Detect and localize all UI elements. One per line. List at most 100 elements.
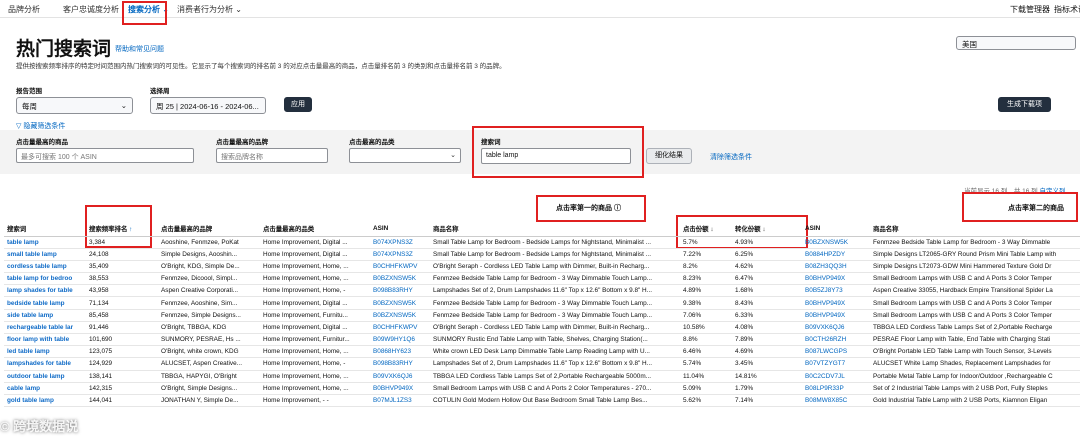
keyword-cell[interactable]: table lamp for bedroo (4, 272, 86, 286)
apply-button[interactable]: 应用 (284, 97, 312, 112)
sort-icon[interactable]: ↓ (762, 226, 765, 233)
brand-cell: O'Bright, white crown, KDG (158, 345, 260, 359)
marketplace-select[interactable]: 美国 (956, 36, 1076, 50)
asin-cell[interactable]: B0BZXNSW5K (370, 296, 430, 310)
select-week-select[interactable]: 周 25 | 2024-06-16 - 2024-06... (150, 97, 266, 114)
nav-brand-analytics[interactable]: 品牌分析 (8, 4, 40, 15)
col-product-2[interactable]: 商品名称 (870, 222, 1080, 237)
asin-filter-input[interactable]: 最多可搜索 100 个 ASIN (16, 148, 194, 163)
asin-cell[interactable]: B0BZXNSW5K (370, 272, 430, 286)
conversion-share-cell: 1.68% (732, 284, 802, 298)
sort-icon[interactable]: ↓ (710, 226, 713, 233)
brand-filter-input[interactable]: 搜索品牌名称 (216, 148, 328, 163)
page-title: 热门搜索词 (16, 39, 112, 60)
asin-2-cell[interactable]: B0BZXNSW5K (802, 236, 870, 249)
generate-download-button[interactable]: 生成下载项 (998, 97, 1051, 112)
keyword-cell[interactable]: side table lamp (4, 309, 86, 322)
keyword-cell[interactable]: floor lamp with table (4, 333, 86, 347)
col-asin-2[interactable]: ASIN (802, 222, 870, 237)
asin-2-cell[interactable]: B08MW8X85C (802, 394, 870, 408)
asin-cell[interactable]: B07MJL1ZS3 (370, 394, 430, 408)
asin-2-cell[interactable]: B0BHVP949X (802, 272, 870, 286)
asin-2-cell[interactable]: B0C2CDV7JL (802, 370, 870, 383)
keyword-cell[interactable]: outdoor table lamp (4, 370, 86, 383)
category-cell: Home Improvement, Home, - (260, 357, 370, 371)
table-row: cordless table lamp 35,409 O'Bright, KDG, … (4, 260, 1080, 274)
rank-cell: 35,409 (86, 260, 158, 274)
highlight-box-nav (122, 1, 167, 25)
keyword-cell[interactable]: table lamp (4, 236, 86, 249)
col-product[interactable]: 商品名称 (430, 222, 680, 237)
col-keyword[interactable]: 搜索词 (4, 222, 86, 237)
col-conversion-share[interactable]: 转化份额 ↓ (732, 222, 802, 237)
clear-filters-link[interactable]: 清除筛选条件 (710, 152, 752, 162)
click-share-cell: 10.58% (680, 321, 732, 335)
asin-cell[interactable]: B0CHHFKWPV (370, 260, 430, 274)
asin-2-cell[interactable]: B08ZH3QQ3H (802, 260, 870, 274)
product-2-cell: PESRAE Floor Lamp with Table, End Table … (870, 333, 1080, 347)
col-brand[interactable]: 点击量最高的品牌 (158, 222, 260, 237)
asin-cell[interactable]: B0CHHFKWPV (370, 321, 430, 335)
click-share-cell: 6.46% (680, 345, 732, 359)
category-filter-select[interactable]: ⌄ (349, 148, 461, 163)
keyword-cell[interactable]: small table lamp (4, 248, 86, 261)
col-asin[interactable]: ASIN (370, 222, 430, 237)
keyword-cell[interactable]: lamp shades for table (4, 284, 86, 298)
asin-2-cell[interactable]: B0B5ZJ8Y73 (802, 284, 870, 298)
search-terms-table: 搜索词 搜索频率排名 ↑ 点击量最高的品牌 点击量最高的品类 ASIN 商品名称… (4, 222, 1080, 408)
keyword-cell[interactable]: led table lamp (4, 345, 86, 359)
asin-cell[interactable]: B098B83RHY (370, 357, 430, 371)
keyword-cell[interactable]: rechargeable table lar (4, 321, 86, 335)
asin-cell[interactable]: B09VXK6QJ6 (370, 370, 430, 383)
metrics-glossary-link[interactable]: 指标术语 (1054, 4, 1080, 15)
asin-2-cell[interactable]: B07VTZYGT7 (802, 357, 870, 371)
keyword-cell[interactable]: bedside table lamp (4, 296, 86, 310)
asin-cell[interactable]: B0BZXNSW5K (370, 309, 430, 322)
download-manager-link[interactable]: 下载管理器 (1010, 4, 1050, 15)
category-cell: Home Improvement, Home, - (260, 284, 370, 298)
rank-cell: 91,446 (86, 321, 158, 335)
product-2-cell: Gold Industrial Table Lamp with 2 USB Po… (870, 394, 1080, 408)
product-cell: White crown LED Desk Lamp Dimmable Table… (430, 345, 680, 359)
col-rank[interactable]: 搜索频率排名 ↑ (86, 222, 158, 237)
col-category[interactable]: 点击量最高的品类 (260, 222, 370, 237)
table-row: lamp shades for table 43,958 Aspen Creativ… (4, 284, 1080, 298)
conversion-share-cell: 4.93% (732, 236, 802, 249)
rank-cell: 38,553 (86, 272, 158, 286)
keyword-cell[interactable]: gold table lamp (4, 394, 86, 408)
report-range-select[interactable]: 每周 ⌄ (16, 97, 133, 114)
refine-results-button[interactable]: 细化结果 (646, 148, 692, 164)
asin-cell[interactable]: B074XPNS3Z (370, 236, 430, 249)
asin-2-cell[interactable]: B0BHVP949X (802, 309, 870, 322)
help-link[interactable]: 帮助和常见问题 (115, 44, 164, 54)
conversion-share-cell: 6.33% (732, 309, 802, 322)
brand-cell: Simple Designs, Aooshin... (158, 248, 260, 261)
asin-cell[interactable]: B098B83RHY (370, 284, 430, 298)
nav-consumer-behavior[interactable]: 消费者行为分析 ⌄ (177, 4, 242, 15)
keyword-cell[interactable]: cable lamp (4, 382, 86, 395)
keyword-cell[interactable]: lampshades for table (4, 357, 86, 371)
rank-cell: 101,690 (86, 333, 158, 347)
keyword-cell[interactable]: cordless table lamp (4, 260, 86, 274)
asin-2-cell[interactable]: B0BHVP949X (802, 296, 870, 310)
asin-cell[interactable]: B0BHVP949X (370, 382, 430, 395)
asin-cell[interactable]: B0868HY623 (370, 345, 430, 359)
sort-up-icon[interactable]: ↑ (129, 226, 132, 233)
asin-2-cell[interactable]: B09VXK6QJ6 (802, 321, 870, 335)
asin-2-cell[interactable]: B0884HPZDY (802, 248, 870, 261)
asin-cell[interactable]: B09W9HY1Q6 (370, 333, 430, 347)
asin-2-cell[interactable]: B087LWCGPS (802, 345, 870, 359)
conversion-share-cell: 6.47% (732, 272, 802, 286)
col-click-share[interactable]: 点击份额 ↓ (680, 222, 732, 237)
product-2-cell: Simple Designs LT2073-GDW Mini Hammered … (870, 260, 1080, 274)
nav-customer-loyalty[interactable]: 客户忠诚度分析 (63, 4, 119, 15)
product-cell: Small Bedroom Lamps with USB C and A Por… (430, 382, 680, 395)
highlight-box-keyword (472, 126, 644, 178)
product-2-cell: Small Bedroom Lamps with USB C and A Por… (870, 272, 1080, 286)
asin-2-cell[interactable]: B08LP9R33P (802, 382, 870, 395)
category-cell: Home Improvement, Digital ... (260, 248, 370, 261)
product-cell: SUNMORY Rustic End Table Lamp with Table… (430, 333, 680, 347)
asin-2-cell[interactable]: B0CTH26RZH (802, 333, 870, 347)
asin-cell[interactable]: B074XPNS3Z (370, 248, 430, 261)
report-range-label: 报告范围 (16, 88, 42, 95)
